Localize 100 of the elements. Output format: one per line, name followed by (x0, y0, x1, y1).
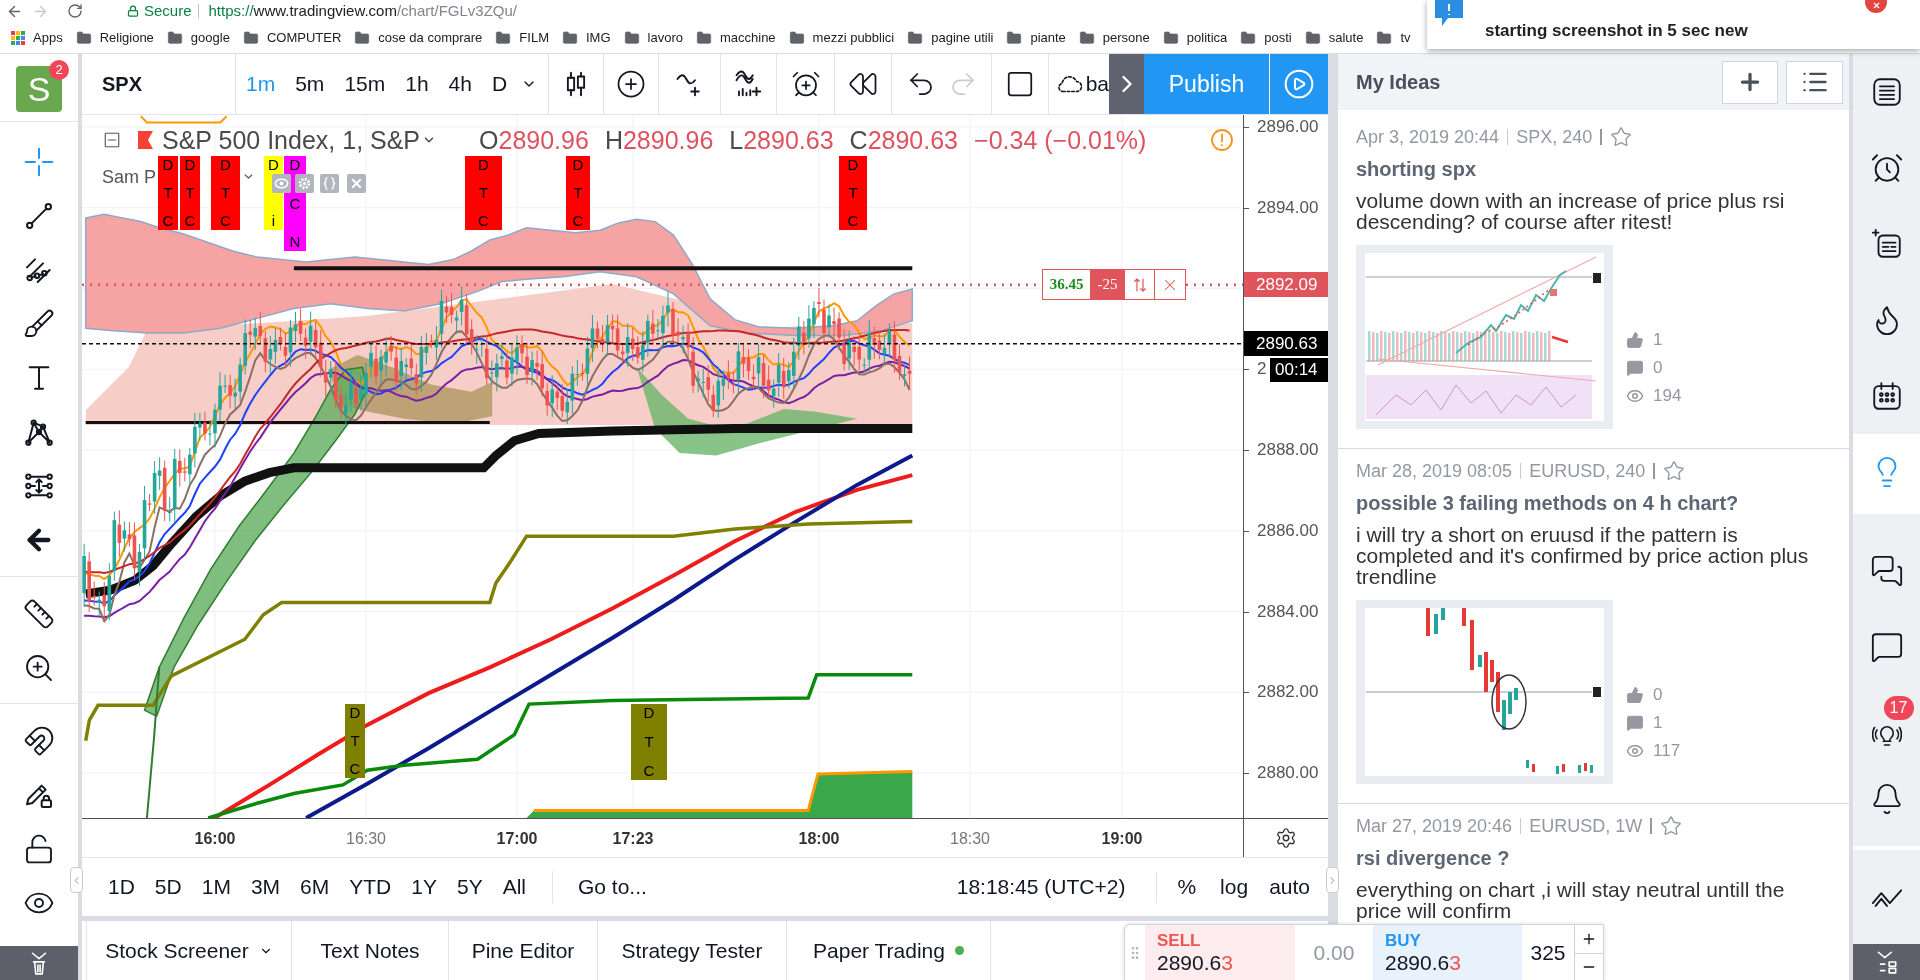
star-icon[interactable] (1660, 815, 1683, 837)
star-icon[interactable] (1663, 460, 1686, 482)
scale-option-button[interactable]: % (1177, 872, 1197, 902)
waves-bars-plus-icon[interactable] (733, 69, 764, 99)
magnet-icon[interactable] (23, 725, 55, 757)
list-view-button[interactable] (1786, 60, 1843, 104)
go-to-button[interactable]: Go to... (578, 872, 647, 902)
chevron-right-button[interactable] (1109, 54, 1144, 114)
speech-bubbles-icon[interactable] (1869, 554, 1904, 588)
bookmark-link[interactable]: google (190, 29, 230, 46)
panel-tab[interactable]: Text Notes (291, 921, 448, 980)
play-button[interactable] (1269, 54, 1328, 114)
scale-option-button[interactable]: log (1220, 872, 1249, 902)
range-button[interactable]: 1M (191, 872, 241, 902)
signal-tag: D T C (465, 156, 502, 230)
bookmark-link[interactable]: lavoro (647, 29, 683, 46)
likes-count: 1 (1653, 329, 1663, 351)
bookmark-link[interactable]: macchine (719, 29, 776, 46)
indicator-name[interactable]: Sam P (102, 166, 157, 188)
price-tick-label: 2894.00 (1257, 197, 1319, 218)
zoom-in-icon[interactable] (23, 652, 55, 684)
speech-bubble-icon[interactable] (1869, 630, 1904, 664)
add-idea-button[interactable] (1722, 60, 1778, 104)
panel-tab[interactable]: Paper Trading (786, 921, 990, 980)
folder-icon (1078, 29, 1095, 46)
views-count: 117 (1653, 740, 1681, 762)
alarm-clock-icon[interactable] (1869, 151, 1904, 185)
open-padlock-icon[interactable] (23, 833, 55, 865)
position-profit: 36.45 (1048, 275, 1085, 295)
signal-tag: D T C (839, 156, 867, 230)
alarm-clock-plus-icon[interactable] (790, 69, 821, 99)
panel-tab[interactable]: Stock Screener (86, 921, 291, 980)
sell-button[interactable]: SELL 2890.63 (1145, 925, 1295, 980)
crosshair-icon[interactable] (23, 146, 55, 178)
bookmark-link[interactable]: posti (1264, 29, 1292, 46)
panel-tab[interactable]: Strategy Tester (597, 921, 786, 980)
gear-icon[interactable] (1275, 827, 1297, 849)
interval-button[interactable]: 4h (438, 68, 482, 100)
flag-icon (138, 131, 153, 149)
eye-icon (1626, 387, 1644, 405)
bookmark-link[interactable]: pagine utili (931, 29, 994, 46)
scale-option-button[interactable]: auto (1269, 872, 1310, 902)
thumbs-up-icon[interactable] (1626, 686, 1644, 704)
buy-button[interactable]: BUY 2890.63 (1373, 925, 1522, 980)
range-button[interactable]: All (492, 872, 536, 902)
star-icon[interactable] (1610, 126, 1633, 148)
list-plus-icon[interactable] (1869, 227, 1904, 261)
interval-button[interactable]: 1h (395, 68, 439, 100)
folder-icon (695, 29, 712, 46)
folder-icon (75, 29, 92, 46)
url-field[interactable]: https://www.tradingview.com/chart/FGLv3ZQu/ (208, 2, 517, 20)
bookmark-link[interactable]: politica (1186, 29, 1228, 46)
bookmark-link[interactable]: mezzi pubblici (812, 29, 895, 46)
range-button[interactable]: 5D (144, 872, 192, 902)
range-button[interactable]: 6M (290, 872, 340, 902)
reload-icon[interactable] (67, 3, 83, 19)
interval-button[interactable]: 5m (285, 68, 335, 100)
panel-tab[interactable]: Pine Editor (448, 921, 597, 980)
comment-icon[interactable] (1626, 714, 1644, 732)
interval-button[interactable]: 15m (334, 68, 396, 100)
bookmark-link[interactable]: tv (1400, 29, 1411, 46)
chart-thumbnail-drawing[interactable] (1356, 245, 1613, 429)
position-quantity[interactable]: -25 (1090, 270, 1125, 299)
bookmark-link[interactable]: Apps (33, 29, 63, 46)
range-button[interactable]: YTD (339, 872, 402, 902)
range-button[interactable]: 3M (240, 872, 291, 902)
spread-value: 0.00 (1312, 940, 1356, 967)
comment-icon[interactable] (1626, 359, 1644, 377)
bookmark-link[interactable]: cose da comprare (378, 29, 483, 46)
bookmark-link[interactable]: FILM (519, 29, 549, 46)
ruler-icon[interactable] (23, 598, 55, 630)
quantity-field[interactable]: 325 (1522, 925, 1574, 980)
brush-icon[interactable] (23, 308, 55, 340)
collapse-square-icon[interactable] (103, 131, 121, 149)
symbol-button[interactable]: SPX (102, 69, 143, 99)
bookmark-link[interactable]: COMPUTER (266, 29, 342, 46)
folder-icon (623, 29, 640, 46)
line-icon[interactable] (23, 200, 55, 232)
chart-thumbnail-drawing[interactable] (1356, 600, 1613, 784)
ohlc-value: C2890.63 (849, 128, 959, 152)
bookmark-link[interactable]: Religione (99, 29, 154, 46)
square-icon[interactable] (1005, 69, 1035, 99)
interval-button[interactable]: D (481, 68, 518, 100)
thumbs-up-icon[interactable] (1626, 331, 1644, 349)
bookmark-link[interactable]: salute (1328, 29, 1364, 46)
idea-title[interactable]: shorting spx (1356, 158, 1849, 180)
range-button[interactable]: 5Y (446, 872, 493, 902)
bookmark-link[interactable]: persone (1102, 29, 1150, 46)
bookmark-link[interactable]: IMG (585, 29, 611, 46)
idea-title[interactable]: possible 3 failing methods on 4 h chart? (1356, 492, 1849, 514)
bookmark-link[interactable]: piante (1030, 29, 1066, 46)
remove-drawings-button[interactable] (0, 946, 78, 980)
symbol-title[interactable]: S&P 500 Index, 1, S&P (162, 128, 421, 152)
idea-title[interactable]: rsi divergence ? (1356, 847, 1849, 869)
ohlc-value: O2890.96 (479, 128, 589, 152)
range-button[interactable]: 1Y (401, 872, 447, 902)
collapse-panel-button[interactable] (1853, 944, 1920, 980)
plus-circle-icon[interactable] (616, 69, 646, 99)
save-label[interactable]: ba (1085, 72, 1109, 96)
range-button[interactable]: 1D (98, 872, 145, 902)
